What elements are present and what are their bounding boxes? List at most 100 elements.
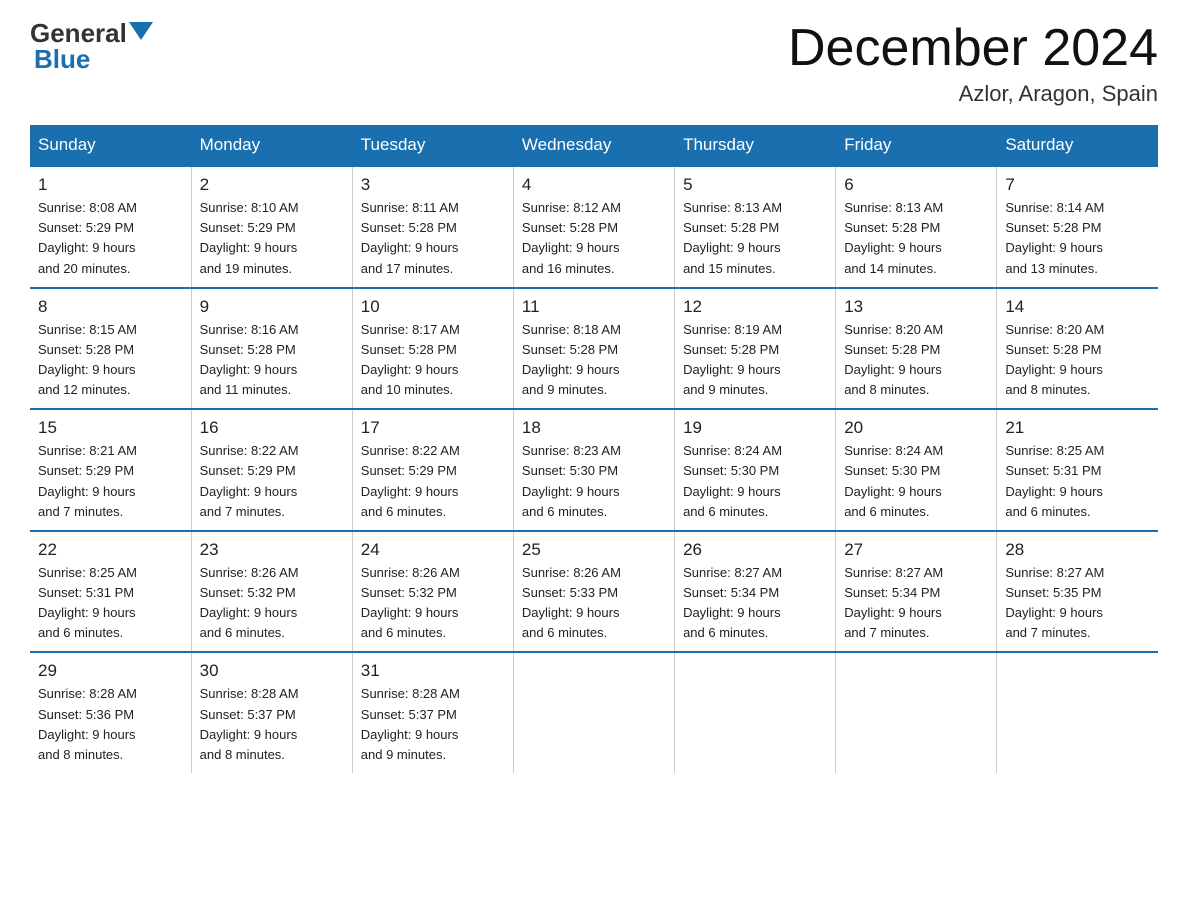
weekday-header-wednesday: Wednesday: [513, 125, 674, 166]
calendar-week-row: 8 Sunrise: 8:15 AMSunset: 5:28 PMDaylight…: [30, 288, 1158, 410]
weekday-header-tuesday: Tuesday: [352, 125, 513, 166]
day-number: 5: [683, 175, 827, 195]
day-info: Sunrise: 8:13 AMSunset: 5:28 PMDaylight:…: [844, 198, 988, 279]
weekday-header-saturday: Saturday: [997, 125, 1158, 166]
calendar-cell: 19Sunrise: 8:24 AMSunset: 5:30 PMDayligh…: [675, 409, 836, 531]
day-info: Sunrise: 8:24 AMSunset: 5:30 PMDaylight:…: [844, 441, 988, 522]
calendar-cell: 5Sunrise: 8:13 AMSunset: 5:28 PMDaylight…: [675, 166, 836, 288]
day-number: 7: [1005, 175, 1150, 195]
day-number: 22: [38, 540, 183, 560]
calendar-cell: [836, 652, 997, 773]
day-number: 15: [38, 418, 183, 438]
day-info: Sunrise: 8:27 AMSunset: 5:34 PMDaylight:…: [844, 563, 988, 644]
logo-general-text: General: [30, 20, 127, 46]
calendar-cell: 3 Sunrise: 8:11 AMSunset: 5:28 PMDaylight…: [352, 166, 513, 288]
day-info: Sunrise: 8:27 AMSunset: 5:35 PMDaylight:…: [1005, 563, 1150, 644]
weekday-header-row: SundayMondayTuesdayWednesdayThursdayFrid…: [30, 125, 1158, 166]
day-number: 24: [361, 540, 505, 560]
calendar-header: SundayMondayTuesdayWednesdayThursdayFrid…: [30, 125, 1158, 166]
calendar-cell: 21 Sunrise: 8:25 AMSunset: 5:31 PMDayligh…: [997, 409, 1158, 531]
calendar-cell: 18 Sunrise: 8:23 AMSunset: 5:30 PMDayligh…: [513, 409, 674, 531]
day-number: 4: [522, 175, 666, 195]
day-info: Sunrise: 8:23 AMSunset: 5:30 PMDaylight:…: [522, 441, 666, 522]
calendar-cell: 31Sunrise: 8:28 AMSunset: 5:37 PMDayligh…: [352, 652, 513, 773]
day-number: 25: [522, 540, 666, 560]
day-number: 9: [200, 297, 344, 317]
weekday-header-thursday: Thursday: [675, 125, 836, 166]
day-info: Sunrise: 8:11 AMSunset: 5:28 PMDaylight:…: [361, 198, 505, 279]
calendar-cell: 25 Sunrise: 8:26 AMSunset: 5:33 PMDayligh…: [513, 531, 674, 653]
calendar-cell: 7 Sunrise: 8:14 AMSunset: 5:28 PMDaylight…: [997, 166, 1158, 288]
calendar-cell: [675, 652, 836, 773]
day-info: Sunrise: 8:12 AMSunset: 5:28 PMDaylight:…: [522, 198, 666, 279]
day-number: 13: [844, 297, 988, 317]
day-number: 8: [38, 297, 183, 317]
day-number: 11: [522, 297, 666, 317]
calendar-week-row: 1Sunrise: 8:08 AMSunset: 5:29 PMDaylight…: [30, 166, 1158, 288]
day-info: Sunrise: 8:26 AMSunset: 5:32 PMDaylight:…: [200, 563, 344, 644]
day-info: Sunrise: 8:26 AMSunset: 5:32 PMDaylight:…: [361, 563, 505, 644]
day-info: Sunrise: 8:19 AMSunset: 5:28 PMDaylight:…: [683, 320, 827, 401]
day-info: Sunrise: 8:26 AMSunset: 5:33 PMDaylight:…: [522, 563, 666, 644]
logo-triangle-icon: [129, 22, 153, 40]
month-title: December 2024: [788, 20, 1158, 77]
calendar-cell: 22 Sunrise: 8:25 AMSunset: 5:31 PMDayligh…: [30, 531, 191, 653]
day-info: Sunrise: 8:22 AMSunset: 5:29 PMDaylight:…: [361, 441, 505, 522]
day-info: Sunrise: 8:17 AMSunset: 5:28 PMDaylight:…: [361, 320, 505, 401]
day-info: Sunrise: 8:25 AMSunset: 5:31 PMDaylight:…: [1005, 441, 1150, 522]
calendar-cell: [513, 652, 674, 773]
day-info: Sunrise: 8:15 AMSunset: 5:28 PMDaylight:…: [38, 320, 183, 401]
day-number: 20: [844, 418, 988, 438]
day-info: Sunrise: 8:27 AMSunset: 5:34 PMDaylight:…: [683, 563, 827, 644]
day-info: Sunrise: 8:28 AMSunset: 5:36 PMDaylight:…: [38, 684, 183, 765]
day-number: 1: [38, 175, 183, 195]
calendar-cell: 28Sunrise: 8:27 AMSunset: 5:35 PMDayligh…: [997, 531, 1158, 653]
day-info: Sunrise: 8:24 AMSunset: 5:30 PMDaylight:…: [683, 441, 827, 522]
calendar-cell: 23 Sunrise: 8:26 AMSunset: 5:32 PMDayligh…: [191, 531, 352, 653]
calendar-cell: 20 Sunrise: 8:24 AMSunset: 5:30 PMDayligh…: [836, 409, 997, 531]
calendar-cell: 1Sunrise: 8:08 AMSunset: 5:29 PMDaylight…: [30, 166, 191, 288]
calendar-cell: 15Sunrise: 8:21 AMSunset: 5:29 PMDayligh…: [30, 409, 191, 531]
day-info: Sunrise: 8:20 AMSunset: 5:28 PMDaylight:…: [844, 320, 988, 401]
weekday-header-friday: Friday: [836, 125, 997, 166]
day-number: 12: [683, 297, 827, 317]
calendar-cell: 27 Sunrise: 8:27 AMSunset: 5:34 PMDayligh…: [836, 531, 997, 653]
day-number: 6: [844, 175, 988, 195]
calendar-cell: 4 Sunrise: 8:12 AMSunset: 5:28 PMDaylight…: [513, 166, 674, 288]
calendar-cell: 30Sunrise: 8:28 AMSunset: 5:37 PMDayligh…: [191, 652, 352, 773]
day-number: 14: [1005, 297, 1150, 317]
day-info: Sunrise: 8:14 AMSunset: 5:28 PMDaylight:…: [1005, 198, 1150, 279]
day-number: 18: [522, 418, 666, 438]
weekday-header-sunday: Sunday: [30, 125, 191, 166]
calendar-cell: 29 Sunrise: 8:28 AMSunset: 5:36 PMDayligh…: [30, 652, 191, 773]
day-number: 29: [38, 661, 183, 681]
calendar-cell: 6 Sunrise: 8:13 AMSunset: 5:28 PMDaylight…: [836, 166, 997, 288]
day-number: 2: [200, 175, 344, 195]
day-number: 26: [683, 540, 827, 560]
calendar-cell: 13 Sunrise: 8:20 AMSunset: 5:28 PMDayligh…: [836, 288, 997, 410]
day-info: Sunrise: 8:28 AMSunset: 5:37 PMDaylight:…: [361, 684, 505, 765]
logo: General Blue: [30, 20, 155, 75]
day-info: Sunrise: 8:16 AMSunset: 5:28 PMDaylight:…: [200, 320, 344, 401]
calendar-cell: 8 Sunrise: 8:15 AMSunset: 5:28 PMDaylight…: [30, 288, 191, 410]
day-info: Sunrise: 8:18 AMSunset: 5:28 PMDaylight:…: [522, 320, 666, 401]
day-info: Sunrise: 8:22 AMSunset: 5:29 PMDaylight:…: [200, 441, 344, 522]
day-number: 27: [844, 540, 988, 560]
day-number: 10: [361, 297, 505, 317]
location-title: Azlor, Aragon, Spain: [788, 81, 1158, 107]
logo-blue-text: Blue: [34, 44, 90, 75]
day-info: Sunrise: 8:25 AMSunset: 5:31 PMDaylight:…: [38, 563, 183, 644]
calendar-cell: 11 Sunrise: 8:18 AMSunset: 5:28 PMDayligh…: [513, 288, 674, 410]
calendar-cell: 14 Sunrise: 8:20 AMSunset: 5:28 PMDayligh…: [997, 288, 1158, 410]
calendar-cell: 26 Sunrise: 8:27 AMSunset: 5:34 PMDayligh…: [675, 531, 836, 653]
day-info: Sunrise: 8:20 AMSunset: 5:28 PMDaylight:…: [1005, 320, 1150, 401]
day-info: Sunrise: 8:10 AMSunset: 5:29 PMDaylight:…: [200, 198, 344, 279]
day-number: 23: [200, 540, 344, 560]
page-header: General Blue December 2024 Azlor, Aragon…: [30, 20, 1158, 107]
calendar-week-row: 22 Sunrise: 8:25 AMSunset: 5:31 PMDayligh…: [30, 531, 1158, 653]
calendar-cell: 9 Sunrise: 8:16 AMSunset: 5:28 PMDaylight…: [191, 288, 352, 410]
day-number: 21: [1005, 418, 1150, 438]
calendar-week-row: 15Sunrise: 8:21 AMSunset: 5:29 PMDayligh…: [30, 409, 1158, 531]
calendar-cell: 2 Sunrise: 8:10 AMSunset: 5:29 PMDaylight…: [191, 166, 352, 288]
day-number: 3: [361, 175, 505, 195]
